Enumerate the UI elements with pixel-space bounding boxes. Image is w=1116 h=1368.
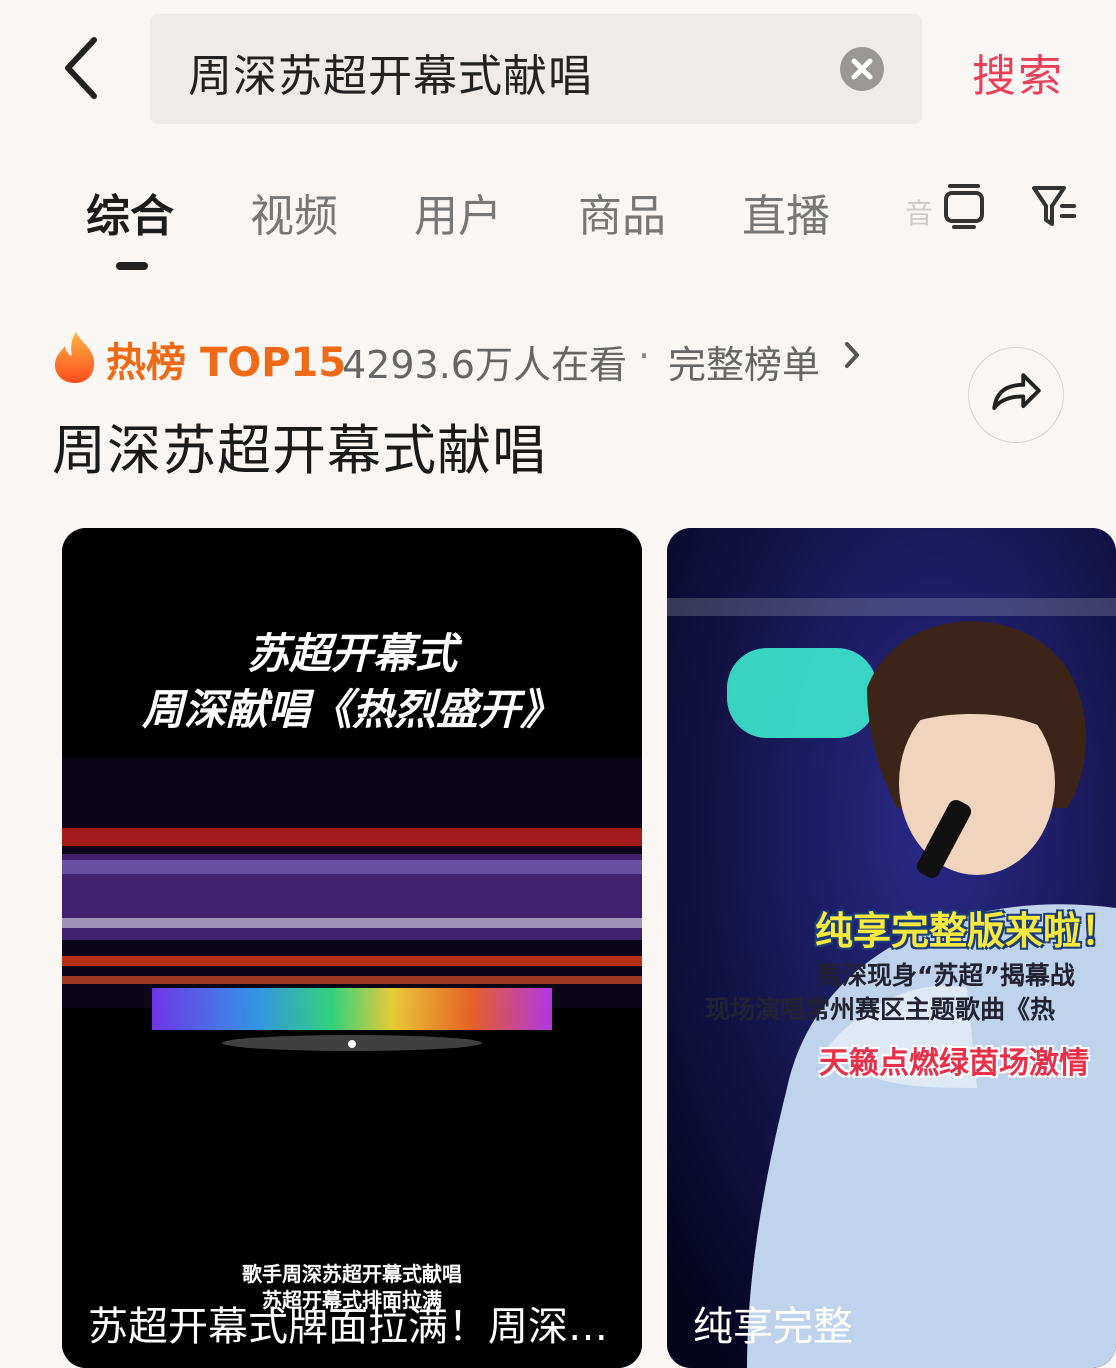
tab-live[interactable]: 直播: [742, 180, 830, 244]
search-query: 周深苏超开幕式献唱: [188, 51, 593, 102]
share-button[interactable]: [968, 347, 1064, 443]
promo-line-3: 现场演唱常州赛区主题歌曲《热: [705, 995, 1056, 1024]
search-button[interactable]: 搜索: [972, 40, 1064, 104]
card-caption: 纯享完整: [693, 1304, 853, 1350]
share-icon: [992, 373, 1041, 410]
promo-line-4: 天籁点燃绿茵场激情: [819, 1046, 1089, 1081]
video-card[interactable]: 苏超开幕式 周深献唱《热烈盛开》 歌手周深苏超开幕式献唱 苏超开幕式排面拉满 苏…: [62, 528, 642, 1368]
full-list-link[interactable]: 完整榜单: [668, 334, 820, 389]
flame-icon: [55, 332, 95, 383]
promo-headline: 纯享完整版来啦！: [815, 909, 1116, 953]
tab-products[interactable]: 商品: [578, 180, 666, 244]
back-arrow-icon[interactable]: [58, 32, 108, 104]
tab-overflow-fade: 音: [905, 197, 934, 230]
card-caption: 苏超开幕式牌面拉满！周深…: [88, 1304, 608, 1350]
hot-label: 热榜 TOP15: [106, 340, 347, 386]
video-subtitle-1: 歌手周深苏超开幕式献唱: [242, 1262, 462, 1286]
filter-icon[interactable]: [1030, 182, 1078, 230]
clear-icon[interactable]: [840, 47, 884, 91]
search-input[interactable]: 周深苏超开幕式献唱: [150, 14, 922, 124]
overlay-title-line2: 周深献唱《热烈盛开》: [141, 685, 562, 734]
video-card[interactable]: 纯享完整版来啦！ 周深现身“苏超”揭幕战 现场演唱常州赛区主题歌曲《热 天籁点燃…: [667, 528, 1116, 1368]
tab-video[interactable]: 视频: [250, 180, 338, 244]
chevron-right-icon: [845, 342, 859, 368]
tab-general[interactable]: 综合: [86, 180, 174, 244]
top-bar: 周深苏超开幕式献唱 搜索: [0, 0, 1116, 140]
tab-users[interactable]: 用户: [414, 180, 502, 244]
topic-title: 周深苏超开幕式献唱: [52, 419, 547, 482]
active-tab-indicator: [116, 262, 148, 270]
separator-dot: ·: [638, 334, 651, 378]
promo-line-2: 周深现身“苏超”揭幕战: [817, 961, 1075, 990]
overlay-title-line1: 苏超开幕式: [246, 629, 457, 678]
hot-ranking-row[interactable]: 热榜 TOP15 4293.6万人在看 · 完整榜单: [52, 330, 952, 390]
tv-icon[interactable]: [940, 182, 988, 230]
tab-bar: 综合 视频 用户 商品 直播 音: [0, 170, 1116, 280]
viewer-count: 4293.6万人在看: [342, 343, 627, 387]
